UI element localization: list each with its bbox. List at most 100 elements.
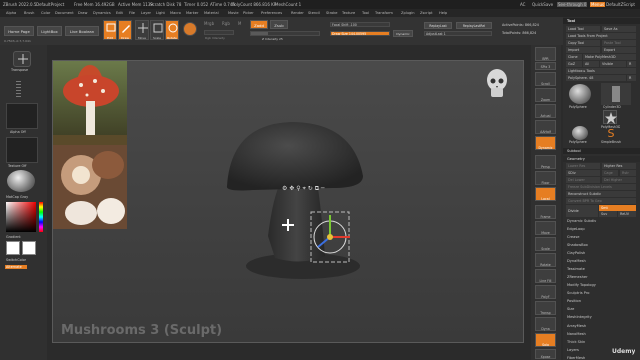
geometry-subsection[interactable]: Modify Topology: [567, 283, 596, 287]
menu-item[interactable]: Help: [439, 11, 447, 15]
menu-item[interactable]: Layer: [141, 11, 151, 15]
menu-item[interactable]: Movie: [228, 11, 239, 15]
right-shelf-btn-move[interactable]: Move: [535, 221, 556, 235]
mrgb-label[interactable]: Mrgb: [204, 21, 214, 26]
live-boolean-button[interactable]: Live Boolean: [65, 26, 99, 36]
tool-subpalette[interactable]: Thick Skin: [567, 340, 585, 344]
menu-item[interactable]: Zplugin: [401, 11, 415, 15]
ac-label[interactable]: AC: [520, 2, 525, 7]
rstr-button[interactable]: Rstr: [620, 170, 636, 176]
quicksave-button[interactable]: QuickSave: [532, 2, 553, 7]
matcap-sphere[interactable]: [7, 170, 35, 192]
tool-thumb-polysphere[interactable]: [569, 84, 591, 104]
texture-thumbnail[interactable]: [6, 137, 38, 163]
color-picker[interactable]: [6, 202, 36, 232]
rgb-intensity-slider[interactable]: [204, 30, 234, 35]
goz-button[interactable]: GoZ: [566, 61, 582, 67]
load-tool-button[interactable]: Load Tool: [566, 26, 600, 32]
geometry-subsection[interactable]: EdgeLoop: [567, 227, 585, 231]
right-shelf-btn-xpose[interactable]: Xpose: [535, 349, 556, 359]
transform-gizmo[interactable]: [278, 209, 353, 269]
menu-item[interactable]: Color: [41, 11, 50, 15]
tool-thumb-polysphere-2[interactable]: [572, 126, 588, 140]
home-page-button[interactable]: Home Page: [4, 26, 34, 36]
export-button[interactable]: Export: [602, 47, 636, 53]
menu-item[interactable]: Stroke: [326, 11, 337, 15]
r2-button[interactable]: R: [627, 75, 636, 81]
subtool-section[interactable]: Subtool: [563, 148, 640, 154]
alternate-button[interactable]: Alternate: [5, 265, 27, 269]
tool-subpalette[interactable]: NanoMesh: [567, 332, 586, 336]
geometry-subsection[interactable]: MeshIntegrity: [567, 315, 592, 319]
right-shelf-btn-polyf[interactable]: PolyF: [535, 285, 556, 299]
geometry-subsection[interactable]: Crease: [567, 235, 579, 239]
right-shelf-btn-frame[interactable]: Frame: [535, 205, 556, 219]
tool-thumb-cylinder[interactable]: [601, 83, 631, 105]
geometry-subsection[interactable]: Position: [567, 299, 581, 303]
menu-item[interactable]: Macro: [170, 11, 181, 15]
menu-item[interactable]: Transform: [375, 11, 393, 15]
menu-item[interactable]: Dynamics: [93, 11, 111, 15]
tool-subpalette[interactable]: Layers: [567, 348, 579, 352]
paste-tool-button[interactable]: Paste Tool: [602, 40, 636, 46]
see-through-slider[interactable]: See-through 0: [557, 2, 588, 7]
z-intensity-slider[interactable]: [250, 31, 320, 36]
menu-item[interactable]: Picker: [243, 11, 254, 15]
lightbox-button[interactable]: LightBox: [37, 26, 62, 36]
load-tools-from-project-button[interactable]: Load Tools From Project: [566, 33, 636, 39]
reuv-toggle[interactable]: ReUV: [618, 211, 636, 217]
geometry-subsection[interactable]: ShadowBox: [567, 243, 588, 247]
reconstruct-subdiv-button[interactable]: Reconstruct Subdiv: [566, 191, 636, 197]
navigation-skull-icon[interactable]: [485, 67, 509, 101]
stroke-dots-icon[interactable]: [16, 81, 21, 99]
menu-item[interactable]: File: [129, 11, 135, 15]
m-label[interactable]: M: [238, 21, 241, 26]
menu-item[interactable]: Tool: [362, 11, 369, 15]
geometry-subsection[interactable]: ZRemesher: [567, 275, 588, 279]
scale-button[interactable]: Scale: [150, 20, 164, 40]
right-shelf-btn-actual[interactable]: Actual: [535, 104, 556, 118]
right-shelf-btn-spix[interactable]: SPix 3: [535, 62, 556, 70]
rgb-label[interactable]: Rgb: [222, 21, 230, 26]
zsub-button[interactable]: Zsub: [270, 20, 288, 29]
right-shelf-btn-dynamic[interactable]: Dynamic: [535, 136, 556, 150]
polysphere-slider[interactable]: PolySphere. 48: [566, 75, 626, 81]
freeze-subdiv-button[interactable]: Freeze SubDivision Levels: [566, 184, 636, 190]
all-button[interactable]: All: [583, 61, 599, 67]
higher-res-button[interactable]: Higher Res: [602, 163, 636, 169]
menu-item[interactable]: Alpha: [6, 11, 16, 15]
right-shelf-btn-scale[interactable]: Scale: [535, 237, 556, 251]
tool-subpalette[interactable]: ArrayMesh: [567, 324, 586, 328]
sdiv-slider[interactable]: SDiv: [566, 170, 600, 176]
right-shelf-btn-scroll[interactable]: Scroll: [535, 72, 556, 86]
replay-last-button[interactable]: ReplayLast: [424, 22, 452, 29]
menu-item[interactable]: Document: [55, 11, 74, 15]
sphere-brush-icon[interactable]: [183, 22, 197, 36]
lightbox-tools-button[interactable]: Lightbox ▸ Tools: [566, 68, 636, 74]
transpose-button[interactable]: [13, 51, 31, 67]
viewport-canvas[interactable]: ⚙ ✥ ⚲ ⌖ ↻ ⧉ ─ Mushrooms 3 (Sculpt): [52, 60, 524, 343]
right-shelf-btn-bpr[interactable]: BPR: [535, 47, 556, 61]
rotate-button[interactable]: Rotate: [165, 20, 179, 40]
copy-tool-button[interactable]: Copy Tool: [566, 40, 600, 46]
right-shelf-btn-dyna[interactable]: Dyna: [535, 317, 556, 331]
menu-item[interactable]: Stencil: [308, 11, 320, 15]
menu-item[interactable]: Edit: [116, 11, 123, 15]
cage-button[interactable]: Cage: [602, 170, 618, 176]
tool-thumb-polymesh[interactable]: [603, 110, 617, 124]
right-shelf-btn-aahalf[interactable]: AAHalf: [535, 120, 556, 134]
secondary-color-swatch[interactable]: [22, 241, 36, 255]
menus-toggle[interactable]: Menus: [590, 2, 606, 7]
switch-color-button[interactable]: SwitchColor: [6, 258, 26, 262]
dynamic-button[interactable]: Dynamic: [393, 30, 413, 37]
replay-last-rel-button[interactable]: ReplayLastRel: [456, 22, 492, 29]
right-shelf-btn-linefill[interactable]: Line Fill: [535, 269, 556, 283]
alpha-thumbnail[interactable]: [6, 103, 38, 129]
convert-bpr-button[interactable]: Convert BPR To Geo: [566, 198, 636, 204]
zadd-button[interactable]: Zadd: [250, 20, 268, 29]
move-button[interactable]: Move: [135, 20, 149, 40]
menu-item[interactable]: Texture: [342, 11, 355, 15]
visible-button[interactable]: Visible: [600, 61, 626, 67]
divide-button[interactable]: Divide: [566, 205, 598, 217]
menu-item[interactable]: Material: [204, 11, 219, 15]
